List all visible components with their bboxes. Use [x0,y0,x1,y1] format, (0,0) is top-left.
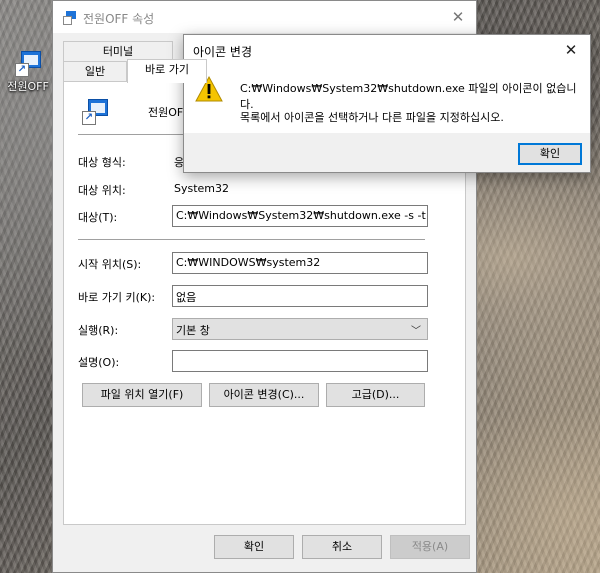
tab-terminal[interactable]: 터미널 [63,41,173,61]
shortcut-key-input[interactable]: 없음 [172,285,428,307]
advanced-button[interactable]: 고급(D)... [326,383,425,407]
tab-shortcut[interactable]: 바로 가기 [127,59,207,83]
divider [78,239,425,240]
open-file-location-button[interactable]: 파일 위치 열기(F) [82,383,202,407]
shortcut-title-icon [63,11,77,25]
start-in-label: 시작 위치(S): [78,258,142,271]
change-icon-button[interactable]: 아이콘 변경(C)... [209,383,319,407]
run-select-value: 기본 창 [176,324,210,337]
shortcut-app-icon: ↗ [82,98,108,125]
target-location-label: 대상 위치: [78,184,126,197]
desktop-shortcut-power-off[interactable]: ↗ 전원OFF [4,50,52,94]
run-label: 실행(R): [78,324,119,337]
target-label: 대상(T): [78,211,118,224]
dialog-title: 아이콘 변경 [193,45,253,59]
desktop-shortcut-label: 전원OFF [7,80,49,93]
dialog-message-line-1: C:₩Windows₩System32₩shutdown.exe 파일의 아이콘… [240,82,577,111]
target-input[interactable]: C:₩Windows₩System32₩shutdown.exe -s -t 0 [172,205,428,227]
close-icon[interactable]: ✕ [444,5,472,29]
comment-label: 설명(O): [78,356,120,369]
start-in-input[interactable]: C:₩WINDOWS₩system32 [172,252,428,274]
apply-button[interactable]: 적용(A) [390,535,470,559]
properties-title: 전원OFF 속성 [83,12,155,26]
shortcut-app-icon: ↗ [15,50,41,77]
close-icon[interactable]: ✕ [558,39,584,61]
shortcut-key-label: 바로 가기 키(K): [78,291,156,304]
cancel-button[interactable]: 취소 [302,535,382,559]
properties-titlebar[interactable]: 전원OFF 속성 ✕ [53,1,476,33]
dialog-message-line-2: 목록에서 아이콘을 선택하거나 다른 파일을 지정하십시오. [240,111,504,124]
dialog-ok-button[interactable]: 확인 [518,143,582,165]
target-type-label: 대상 형식: [78,156,126,169]
target-location-value: System32 [174,182,230,195]
tab-general[interactable]: 일반 [63,61,127,81]
ok-button[interactable]: 확인 [214,535,294,559]
comment-input[interactable] [172,350,428,372]
dialog-footer: 확인 [184,133,590,172]
change-icon-dialog: 아이콘 변경 ✕ C:₩Windows₩System32₩shutdown.ex… [183,34,591,173]
chevron-down-icon: ﹀ [411,326,421,337]
run-select[interactable]: 기본 창 ﹀ [172,318,428,340]
